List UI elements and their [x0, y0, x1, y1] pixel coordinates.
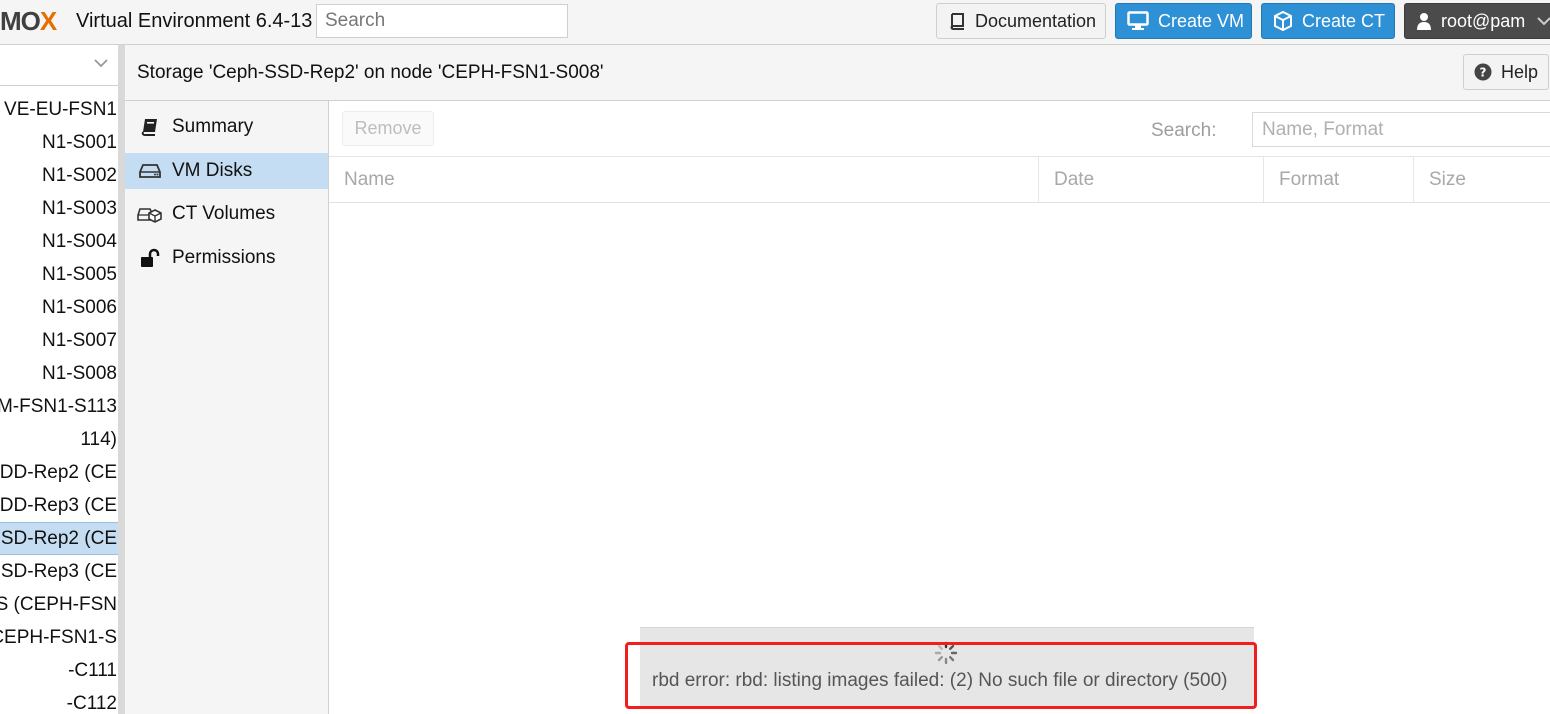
grid-search-input[interactable] [1252, 112, 1550, 147]
server-view-select[interactable] [0, 45, 118, 86]
nav-item-vm-disks[interactable]: VM Disks [125, 153, 328, 189]
create-vm-label: Create VM [1158, 10, 1245, 31]
unlock-icon [137, 248, 163, 268]
column-header-date[interactable]: Date [1039, 157, 1264, 202]
search-label: Search: [1151, 120, 1217, 141]
column-header-name[interactable]: Name [329, 157, 1039, 202]
tree-item[interactable]: 114) [0, 423, 118, 456]
nav-item-ct-volumes[interactable]: CT Volumes [125, 196, 328, 232]
svg-text:?: ? [1480, 66, 1487, 80]
create-ct-button[interactable]: Create CT [1261, 3, 1395, 39]
nav-item-label: Summary [172, 116, 254, 137]
logo-x: X [39, 6, 57, 36]
tree-item[interactable]: N1-S005 [0, 258, 118, 291]
error-highlight-box [625, 642, 1257, 709]
tree-item-label: N1-S006 [42, 297, 117, 318]
documentation-label: Documentation [975, 10, 1097, 31]
page-title: Storage 'Ceph-SSD-Rep2' on node 'CEPH-FS… [137, 62, 604, 83]
tree-item-label: N1-S007 [42, 330, 117, 351]
grid-toolbar: Remove Search: [329, 101, 1550, 157]
tree-item[interactable]: N1-S007 [0, 324, 118, 357]
ct-volumes-icon [137, 205, 163, 223]
user-icon [1417, 13, 1431, 30]
resource-tree: VE-EU-FSN1 N1-S001 N1-S002 N1-S003 N1-S004 N1… [0, 45, 118, 714]
top-bar: MOX Virtual Environment 6.4-13 Documenta… [0, 0, 1550, 45]
tree-item-label: N1-S003 [42, 198, 117, 219]
tree-item-label: N1-S005 [42, 264, 117, 285]
tree-item[interactable]: N1-S008 [0, 357, 118, 390]
tree-item[interactable]: N1-S003 [0, 192, 118, 225]
question-circle-icon: ? [1474, 63, 1492, 81]
nav-item-label: CT Volumes [172, 203, 276, 224]
tree-item-label: HDD-Rep3 (CE [0, 495, 117, 516]
remove-button[interactable]: Remove [342, 111, 434, 146]
nav-item-label: VM Disks [172, 160, 253, 181]
column-header-format[interactable]: Format [1264, 157, 1414, 202]
tree-item[interactable]: N1-S001 [0, 126, 118, 159]
tree-item[interactable]: N1-S006 [0, 291, 118, 324]
cube-icon [1274, 11, 1292, 31]
tree-item[interactable]: -C112 [0, 687, 118, 714]
user-label: root@pam [1441, 10, 1526, 31]
chevron-down-icon [1537, 17, 1550, 26]
proxmox-logo[interactable]: MOX [0, 6, 57, 36]
nav-item-label: Permissions [172, 247, 276, 268]
hdd-icon [137, 163, 163, 179]
tree-item[interactable]: -C111 [0, 654, 118, 687]
global-search-input[interactable] [316, 4, 568, 38]
tree-item[interactable]: VE-EU-FSN1 [0, 93, 118, 126]
tree-item-label: VE-EU-FSN1 [4, 99, 117, 120]
tree-item[interactable]: HDD-Rep3 (CE [0, 489, 118, 522]
documentation-button[interactable]: Documentation [936, 3, 1106, 39]
tree-splitter[interactable] [118, 45, 125, 714]
create-ct-label: Create CT [1302, 10, 1386, 31]
grid-header-row: Name Date Format Size [329, 157, 1550, 203]
panel-header: Storage 'Ceph-SSD-Rep2' on node 'CEPH-FS… [125, 45, 1550, 101]
tree-item-label: N1-S008 [42, 363, 117, 384]
tree-item[interactable]: HDD-Rep2 (CE [0, 456, 118, 489]
tree-item-label: N1-S004 [42, 231, 117, 252]
logo-text: MO [0, 6, 41, 36]
tree-item-label: HDD-Rep2 (CE [0, 462, 117, 483]
book-icon [137, 117, 163, 137]
tree-item-label: S (CEPH-FSN [0, 594, 117, 615]
storage-nav: Summary VM Disks CT Volumes Permissions [125, 101, 329, 714]
nav-item-permissions[interactable]: Permissions [125, 240, 328, 276]
column-header-size[interactable]: Size [1414, 157, 1550, 202]
desktop-icon [1127, 11, 1149, 30]
tree-item-label: -C111 [68, 660, 117, 681]
tree-item-label: M-FSN1-S113 [0, 396, 117, 417]
tree-item-label: -C112 [66, 693, 117, 714]
user-menu-button[interactable]: root@pam [1404, 3, 1550, 39]
tree-item-label: 114) [80, 429, 117, 450]
tree-item[interactable]: SSD-Rep3 (CE [0, 555, 118, 588]
tree-item-label: CEPH-FSN1-S [0, 627, 117, 648]
tree-item-label: SSD-Rep2 (CE [0, 528, 117, 549]
tree-item-label: SSD-Rep3 (CE [0, 561, 117, 582]
help-button[interactable]: ? Help [1463, 54, 1549, 90]
tree-item[interactable]: N1-S002 [0, 159, 118, 192]
book-icon [950, 13, 964, 30]
tree-item[interactable]: M-FSN1-S113 [0, 390, 118, 423]
version-text: Virtual Environment 6.4-13 [76, 10, 313, 32]
chevron-down-icon [94, 59, 108, 68]
nav-item-summary[interactable]: Summary [125, 109, 328, 145]
help-label: Help [1501, 61, 1539, 82]
tree-item[interactable]: N1-S004 [0, 225, 118, 258]
tree-item[interactable]: S (CEPH-FSN [0, 588, 118, 621]
create-vm-button[interactable]: Create VM [1115, 3, 1252, 39]
tree-item-label: N1-S001 [42, 132, 117, 153]
vm-disks-grid: Remove Search: Name Date Format Size [329, 101, 1550, 714]
tree-item[interactable]: CEPH-FSN1-S [0, 621, 118, 654]
tree-item-label: N1-S002 [42, 165, 117, 186]
tree-item[interactable]: SSD-Rep2 (CE [0, 522, 118, 555]
